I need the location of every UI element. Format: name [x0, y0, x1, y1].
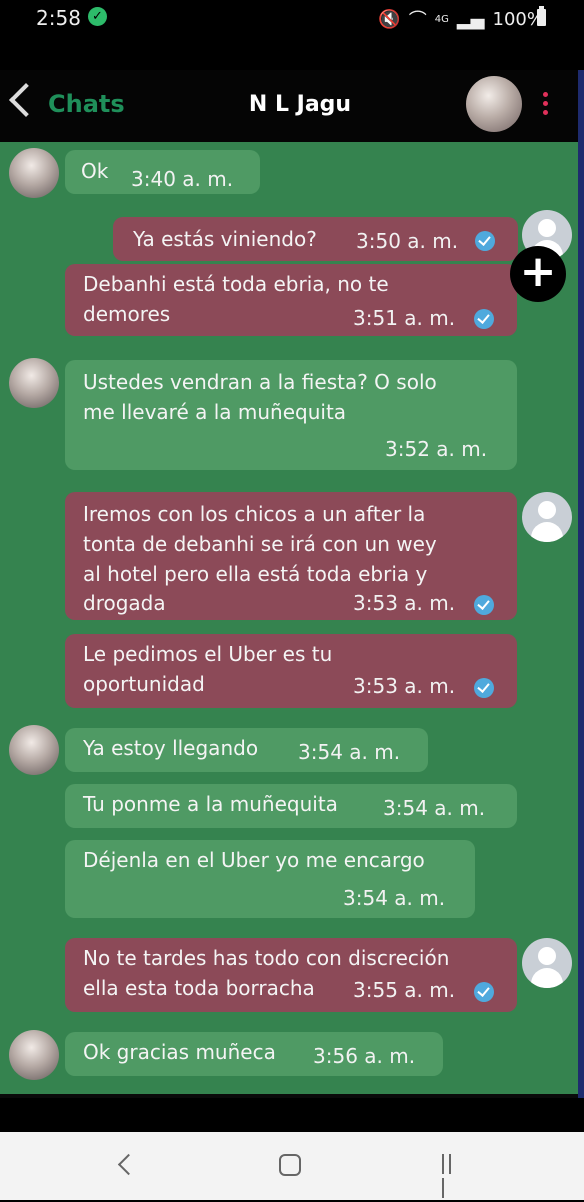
message-text: Déjenla en el Uber yo me encargo: [83, 848, 425, 872]
double-check-icon: [474, 982, 494, 1002]
message-text: Debanhi está toda ebria, no te: [83, 272, 389, 296]
message-text: tonta de debanhi se irá con un wey: [83, 532, 437, 556]
sender-avatar[interactable]: [9, 358, 59, 408]
message-bubble-incoming[interactable]: Ok 3:40 a. m.: [65, 150, 260, 194]
plus-icon[interactable]: +: [510, 246, 566, 302]
user-avatar[interactable]: [522, 938, 572, 988]
signal-icon: ▂▄: [456, 8, 485, 30]
message-time: 3:53 a. m.: [353, 674, 456, 698]
sender-avatar[interactable]: [9, 148, 59, 198]
status-time: 2:58: [36, 6, 81, 30]
right-edge-strip: [578, 70, 584, 1098]
mute-icon: 🔇: [378, 8, 401, 30]
message-bubble-incoming[interactable]: Ustedes vendran a la fiesta? O solo me l…: [65, 360, 517, 470]
message-text: al hotel pero ella está toda ebria y: [83, 562, 428, 586]
message-bubble-outgoing[interactable]: Ya estás viniendo? 3:50 a. m.: [113, 217, 518, 261]
message-time: 3:54 a. m.: [298, 740, 401, 764]
contact-avatar[interactable]: [466, 76, 522, 132]
status-icons: 🔇 ⌒ 4G ▂▄ 100%: [378, 6, 544, 32]
message-text: me llevaré a la muñequita: [83, 400, 347, 424]
chat-app: Chats N L Jagu Ok 3:40 a. m. Ya estás vi…: [0, 70, 584, 1098]
message-time: 3:53 a. m.: [353, 591, 456, 615]
more-options-icon[interactable]: [543, 92, 549, 118]
message-bubble-outgoing[interactable]: No te tardes has todo con discreción ell…: [65, 938, 517, 1012]
double-check-icon: [474, 595, 494, 615]
back-icon[interactable]: [117, 1153, 140, 1176]
sender-avatar[interactable]: [9, 725, 59, 775]
message-bubble-outgoing[interactable]: Le pedimos el Uber es tu oportunidad 3:5…: [65, 634, 517, 708]
message-bubble-outgoing[interactable]: Debanhi está toda ebria, no te demores 3…: [65, 264, 517, 336]
message-time: 3:50 a. m.: [356, 229, 459, 253]
message-time: 3:55 a. m.: [353, 978, 456, 1002]
message-time: 3:54 a. m.: [343, 886, 446, 910]
system-nav-bar: [0, 1132, 584, 1200]
message-text: Iremos con los chicos a un after la: [83, 502, 426, 526]
message-time: 3:56 a. m.: [313, 1044, 416, 1068]
message-bubble-incoming[interactable]: Tu ponme a la muñequita 3:54 a. m.: [65, 784, 517, 828]
status-bar: 2:58 ✓ 🔇 ⌒ 4G ▂▄ 100%: [0, 0, 584, 34]
sender-avatar[interactable]: [9, 1030, 59, 1080]
home-icon[interactable]: [279, 1154, 301, 1176]
message-list[interactable]: Ok 3:40 a. m. Ya estás viniendo? 3:50 a.…: [0, 142, 578, 1094]
user-avatar[interactable]: [522, 492, 572, 542]
message-bubble-incoming[interactable]: Ya estoy llegando 3:54 a. m.: [65, 728, 428, 772]
message-time: 3:51 a. m.: [353, 306, 456, 330]
message-time: 3:54 a. m.: [383, 796, 486, 820]
battery-icon: [537, 6, 546, 26]
recents-icon[interactable]: [442, 1154, 462, 1198]
message-text: Ustedes vendran a la fiesta? O solo: [83, 370, 437, 394]
message-bubble-incoming[interactable]: Déjenla en el Uber yo me encargo 3:54 a.…: [65, 840, 475, 918]
message-time: 3:40 a. m.: [131, 167, 234, 191]
network-label: 4G: [434, 13, 449, 25]
check-circle-icon: ✓: [88, 7, 107, 26]
wifi-icon: ⌒: [408, 10, 427, 31]
chat-header: Chats N L Jagu: [0, 70, 584, 142]
message-text: No te tardes has todo con discreción: [83, 946, 450, 970]
message-bubble-incoming[interactable]: Ok gracias muñeca 3:56 a. m.: [65, 1032, 443, 1076]
message-bubble-outgoing[interactable]: Iremos con los chicos a un after la tont…: [65, 492, 517, 620]
message-text: Le pedimos el Uber es tu: [83, 642, 333, 666]
message-time: 3:52 a. m.: [385, 437, 488, 461]
double-check-icon: [475, 231, 495, 251]
double-check-icon: [474, 678, 494, 698]
double-check-icon: [474, 309, 494, 329]
